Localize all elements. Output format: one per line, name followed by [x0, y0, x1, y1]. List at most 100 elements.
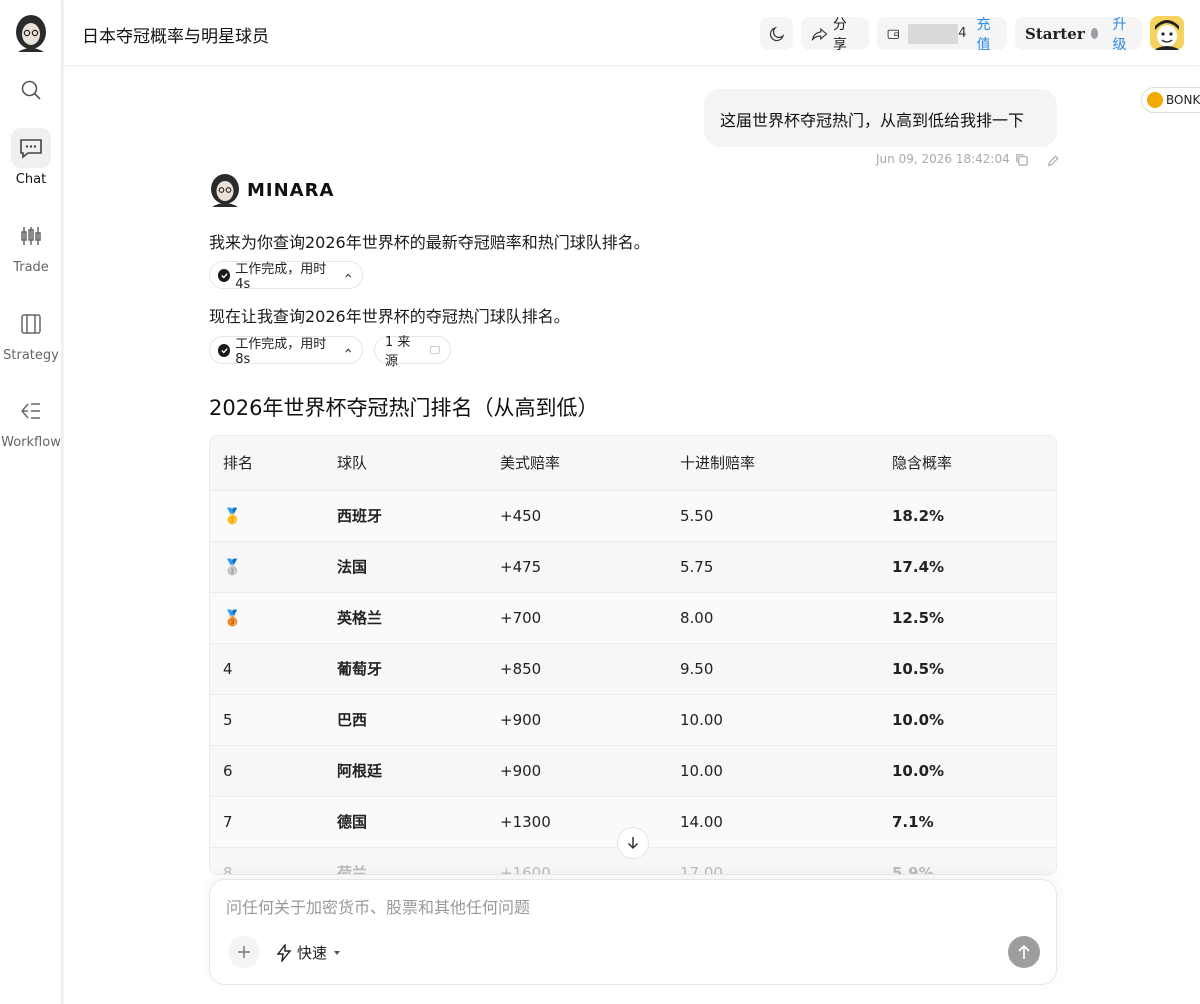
- source-favicon-icon: [430, 346, 440, 354]
- probability-cell: 7.1%: [892, 796, 1056, 848]
- message-timestamp: Jun 09, 2026 18:42:04: [876, 152, 1010, 166]
- chevron-up-icon: [344, 347, 351, 353]
- decimal-odds-cell: 5.50: [680, 490, 892, 542]
- team-cell: 法国: [337, 541, 500, 593]
- column-header-implied-probability: 隐含概率: [892, 436, 1056, 491]
- lightning-icon: [276, 943, 292, 962]
- sidebar-item-strategy[interactable]: Strategy: [0, 304, 62, 363]
- wallet-button[interactable]: 4 充值: [877, 17, 1007, 53]
- probability-cell: 18.2%: [892, 490, 1056, 542]
- bot-avatar: [211, 174, 239, 207]
- probability-cell: 5.9%: [892, 847, 1056, 874]
- scroll-to-bottom-button[interactable]: [617, 827, 649, 859]
- table-row: 🥉 英格兰 +700 8.00 12.5%: [210, 592, 1056, 644]
- decimal-odds-cell: 9.50: [680, 643, 892, 695]
- table-row: 6 阿根廷 +900 10.00 10.0%: [210, 745, 1056, 797]
- probability-cell: 17.4%: [892, 541, 1056, 593]
- us-odds-cell: +700: [500, 592, 680, 644]
- check-icon: [218, 343, 231, 357]
- table-row: 🥈 法国 +475 5.75 17.4%: [210, 541, 1056, 593]
- table-row: 4 葡萄牙 +850 9.50 10.5%: [210, 643, 1056, 695]
- moon-icon: [769, 26, 784, 41]
- share-button[interactable]: 分享: [801, 17, 869, 53]
- user-avatar[interactable]: [1150, 16, 1184, 50]
- sources-pill[interactable]: 1 来源: [374, 335, 451, 369]
- us-odds-cell: +475: [500, 541, 680, 593]
- plus-icon: [238, 946, 250, 958]
- rank-cell: 🥇: [210, 490, 337, 542]
- team-cell: 德国: [337, 796, 500, 848]
- sidebar-item-workflow[interactable]: Workflow: [0, 391, 62, 450]
- sidebar-item-label: Trade: [13, 260, 49, 275]
- work-status-pill[interactable]: 工作完成，用时 4s: [209, 261, 363, 292]
- chat-input[interactable]: [226, 898, 1006, 917]
- rank-cell: 8: [210, 847, 337, 874]
- sidebar-item-label: Workflow: [1, 435, 61, 450]
- section-title: 2026年世界杯夺冠热门排名（从高到低）: [209, 396, 599, 420]
- bonk-coin-icon: [1147, 92, 1163, 108]
- chat-icon: [11, 128, 51, 168]
- top-header: 日本夺冠概率与明星球员 分享 4 充值 Starter 升级: [64, 0, 1200, 66]
- rank-cell: 🥈: [210, 541, 337, 593]
- us-odds-cell: +450: [500, 490, 680, 542]
- book-icon: [11, 304, 51, 344]
- add-attachment-button[interactable]: [228, 936, 260, 968]
- recharge-link[interactable]: 充值: [976, 14, 997, 54]
- candlestick-icon: [11, 216, 51, 256]
- bot-name: MINARA: [247, 179, 335, 201]
- search-icon: [11, 70, 51, 110]
- work-status-label: 工作完成，用时 8s: [235, 337, 327, 367]
- mode-label: 快速: [297, 944, 328, 962]
- plan-badge[interactable]: Starter 升级: [1015, 17, 1142, 53]
- share-label: 分享: [832, 16, 847, 53]
- decimal-odds-cell: 14.00: [680, 796, 892, 848]
- theme-toggle-button[interactable]: [760, 17, 793, 50]
- column-header-decimal-odds: 十进制赔率: [680, 436, 892, 491]
- table-header-row: 排名 球队 美式赔率 十进制赔率 隐含概率: [210, 436, 1056, 491]
- copy-icon[interactable]: [1014, 152, 1029, 171]
- rank-cell: 5: [210, 694, 337, 746]
- edit-icon[interactable]: [1046, 153, 1060, 172]
- rank-cell: 7: [210, 796, 337, 848]
- decimal-odds-cell: 5.75: [680, 541, 892, 593]
- check-icon: [218, 268, 231, 282]
- bot-message-text: 我来为你查询2026年世界杯的最新夺冠赔率和热门球队排名。: [209, 233, 650, 252]
- team-cell: 葡萄牙: [337, 643, 500, 695]
- mode-selector[interactable]: 快速: [276, 942, 342, 963]
- us-odds-cell: +900: [500, 694, 680, 746]
- verified-icon: [1090, 28, 1099, 39]
- chevron-up-icon: [344, 272, 351, 278]
- decimal-odds-cell: 8.00: [680, 592, 892, 644]
- column-header-us-odds: 美式赔率: [500, 436, 680, 491]
- caret-down-icon: [334, 950, 341, 955]
- us-odds-cell: +900: [500, 745, 680, 797]
- main-panel: 日本夺冠概率与明星球员 分享 4 充值 Starter 升级 BONK 这届世界…: [64, 0, 1200, 1004]
- message-composer: 快速: [209, 879, 1057, 985]
- rank-cell: 6: [210, 745, 337, 797]
- bonk-label: BONK: [1166, 93, 1200, 107]
- wallet-balance-suffix: 4: [958, 26, 967, 41]
- sidebar-item-trade[interactable]: Trade: [0, 216, 62, 275]
- plan-name: Starter: [1025, 24, 1085, 43]
- team-cell: 阿根廷: [337, 745, 500, 797]
- user-message-bubble: 这届世界杯夺冠热门，从高到低给我排一下: [704, 89, 1057, 147]
- rank-cell: 🥉: [210, 592, 337, 644]
- sidebar-item-chat[interactable]: Chat: [0, 128, 62, 187]
- send-button[interactable]: [1008, 936, 1040, 968]
- us-odds-cell: +850: [500, 643, 680, 695]
- table-row: 🥇 西班牙 +450 5.50 18.2%: [210, 490, 1056, 542]
- team-cell: 西班牙: [337, 490, 500, 542]
- rank-cell: 4: [210, 643, 337, 695]
- column-header-rank: 排名: [210, 436, 337, 491]
- work-status-pill[interactable]: 工作完成，用时 8s: [209, 336, 363, 367]
- probability-cell: 10.0%: [892, 694, 1056, 746]
- upgrade-link[interactable]: 升级: [1112, 14, 1132, 54]
- bonk-chip[interactable]: BONK: [1141, 87, 1200, 113]
- wallet-icon: [887, 29, 899, 39]
- sidebar-item-label: Chat: [15, 172, 47, 187]
- app-logo[interactable]: [14, 14, 48, 54]
- us-odds-cell: +1300: [500, 796, 680, 848]
- decimal-odds-cell: 17.00: [680, 847, 892, 874]
- share-icon: [811, 27, 828, 41]
- sidebar-item-search[interactable]: [0, 70, 62, 110]
